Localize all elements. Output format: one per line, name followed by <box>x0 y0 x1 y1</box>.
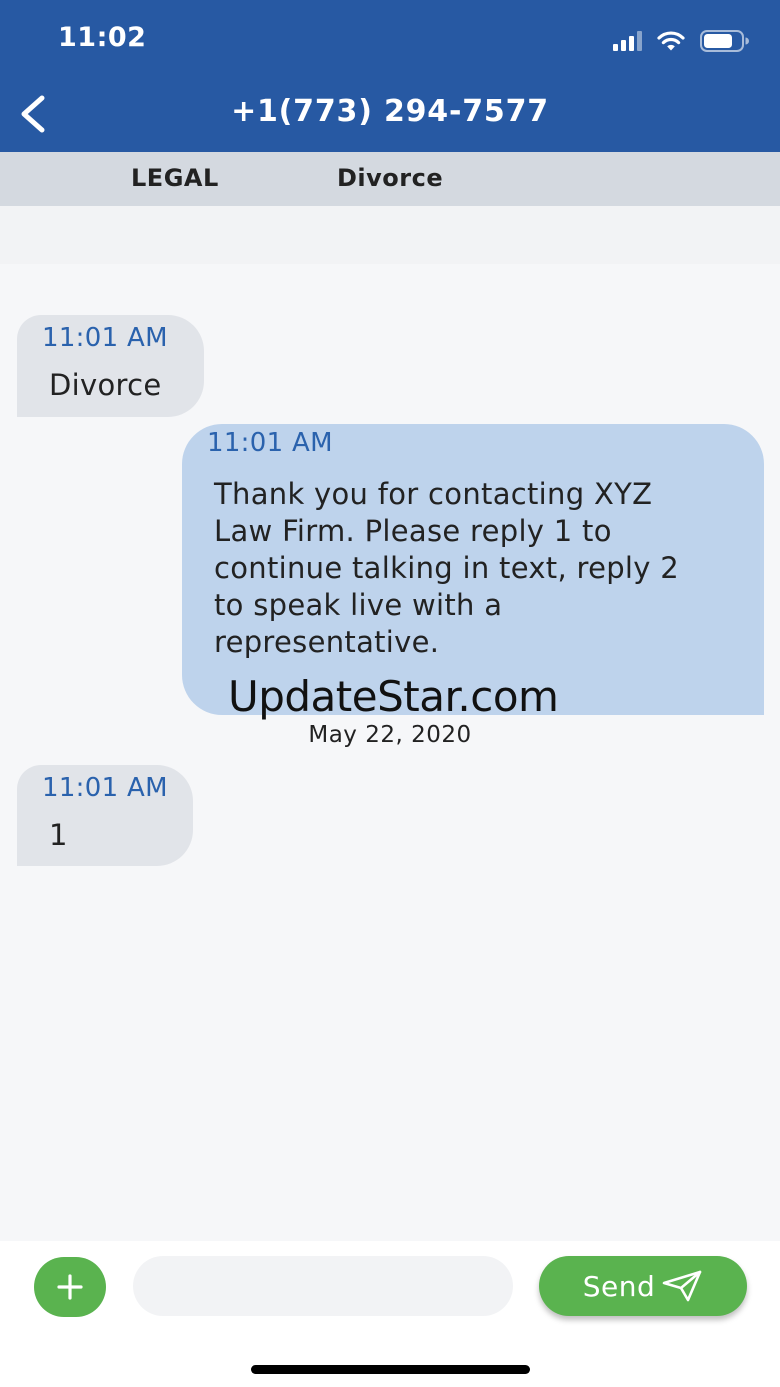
status-icons <box>613 28 750 54</box>
message-time: 11:01 AM <box>42 323 168 353</box>
message-text: Thank you for contacting XYZ Law Firm. P… <box>214 476 679 661</box>
message-input[interactable] <box>133 1256 513 1316</box>
message-text-line: Law Firm. Please reply 1 to <box>214 514 612 548</box>
wifi-icon <box>657 31 685 51</box>
plus-icon <box>57 1274 83 1300</box>
message-text-line: Thank you for contacting XYZ <box>214 477 653 511</box>
topic-tag[interactable]: Divorce <box>337 164 443 192</box>
message-time: 11:01 AM <box>42 773 168 803</box>
message-text-line: continue talking in text, reply 2 <box>214 551 680 585</box>
status-time: 11:02 <box>58 22 147 53</box>
message-text-line: representative. <box>214 625 440 659</box>
paper-plane-icon <box>662 1270 702 1302</box>
conversation-tag-bar: LEGAL Divorce <box>0 152 780 206</box>
message-text: 1 <box>49 818 68 852</box>
send-label: Send <box>582 1269 656 1303</box>
chat-title: +1(773) 294-7577 <box>231 94 549 129</box>
date-separator: May 22, 2020 <box>308 722 472 748</box>
home-indicator[interactable] <box>251 1365 530 1374</box>
incoming-message-bubble[interactable]: 11:01 AM 1 <box>17 765 193 866</box>
send-button[interactable]: Send <box>539 1256 747 1316</box>
message-time: 11:01 AM <box>207 428 333 458</box>
battery-icon <box>700 30 749 52</box>
category-tag[interactable]: LEGAL <box>131 164 219 192</box>
message-text-line: to speak live with a <box>214 588 503 622</box>
watermark-text: UpdateStar.com <box>228 672 559 721</box>
incoming-message-bubble[interactable]: 11:01 AM Divorce <box>17 315 204 417</box>
app-header: 11:02 +1(773) 294-7577 <box>0 0 780 152</box>
add-attachment-button[interactable] <box>34 1257 106 1317</box>
message-list-top <box>0 206 780 264</box>
cellular-signal-icon <box>613 31 642 51</box>
message-text: Divorce <box>49 368 162 402</box>
